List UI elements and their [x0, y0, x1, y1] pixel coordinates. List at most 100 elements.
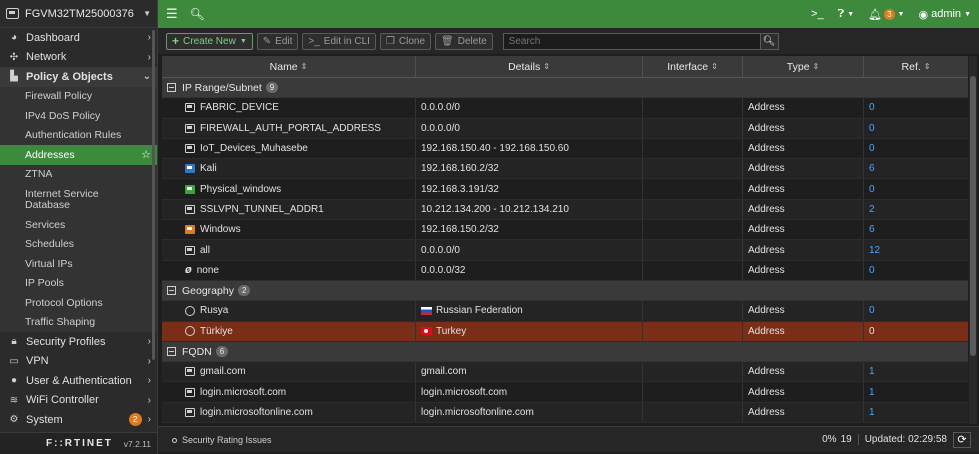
table-row[interactable]: Türkiye Turkey Address 0	[162, 321, 968, 342]
clone-button[interactable]: ❐ Clone	[379, 32, 432, 50]
cell-name: Türkiye	[162, 321, 416, 341]
table-row[interactable]: Kali 192.168.160.2/32 Address 6	[162, 159, 968, 180]
chevron-down-icon: ▼	[964, 10, 971, 18]
group-count-badge: 2	[237, 285, 251, 297]
sidebar-sub-firewall-policy[interactable]: Firewall Policy	[0, 86, 157, 106]
type-text: Address	[748, 325, 785, 337]
details-text: 0.0.0.0/32	[421, 264, 466, 276]
cell-ref[interactable]: 6	[864, 159, 968, 178]
cell-ref[interactable]: 0	[864, 322, 968, 341]
table-row[interactable]: login.microsoft.com login.microsoft.com Ad…	[162, 382, 968, 403]
edit-in-cli-button[interactable]: >_ Edit in CLI	[302, 32, 376, 50]
column-header-type[interactable]: Type ⇕	[743, 56, 864, 77]
cell-name: Rusya	[162, 301, 416, 321]
cell-interface	[643, 138, 743, 159]
column-header-details[interactable]: Details ⇕	[416, 56, 643, 77]
sidebar-sub-traffic-shaping[interactable]: Traffic Shaping	[0, 312, 157, 332]
sidebar-sub-ipv4-dos-policy[interactable]: IPv4 DoS Policy	[0, 106, 157, 126]
sidebar-item-user-authentication[interactable]: ● User & Authentication ›	[0, 371, 157, 391]
top-bar: ☰ 🔍︎ >_ ❓︎ ▼ 🔔︎ 3 ▼ ◉ admin ▼	[158, 0, 979, 28]
table-row[interactable]: login.microsoftonline.com login.microsoft…	[162, 402, 968, 424]
cell-ref[interactable]: 6	[864, 220, 968, 239]
sidebar-sub-ip-pools[interactable]: IP Pools	[0, 273, 157, 293]
group-header[interactable]: FQDN 6	[162, 341, 968, 363]
table-row[interactable]: Physical_windows 192.168.3.191/32 Address 0	[162, 179, 968, 200]
table-row[interactable]: Windows 192.168.150.2/32 Address 6	[162, 220, 968, 241]
cell-ref[interactable]: 1	[864, 382, 968, 401]
sidebar-item-wifi-controller[interactable]: ≋ WiFi Controller ›	[0, 391, 157, 411]
table-row[interactable]: FABRIC_DEVICE 0.0.0.0/0 Address 0	[162, 98, 968, 119]
help-button[interactable]: ❓︎ ▼	[838, 8, 855, 21]
create-new-button[interactable]: + Create New ▼	[166, 32, 253, 50]
cell-ref[interactable]: 0	[864, 119, 968, 138]
cell-type: Address	[743, 362, 864, 382]
table-row[interactable]: ø none 0.0.0.0/32 Address 0	[162, 260, 968, 281]
device-selector[interactable]: FGVM32TM25000376 ▼	[0, 0, 157, 28]
cell-ref[interactable]: 0	[864, 301, 968, 320]
cli-console-button[interactable]: >_	[811, 8, 824, 20]
sidebar-sub-services[interactable]: Services	[0, 215, 157, 235]
ref-text: 0	[869, 143, 875, 155]
table-scrollbar[interactable]	[969, 56, 977, 424]
cell-ref[interactable]: 0	[864, 98, 968, 117]
refresh-icon: ⟳	[957, 434, 967, 446]
cell-interface	[643, 118, 743, 138]
search-button[interactable]: 🔍︎	[760, 32, 779, 50]
edit-button[interactable]: ✎ Edit	[256, 32, 299, 50]
user-menu[interactable]: ◉ admin ▼	[918, 8, 971, 21]
scrollbar-thumb[interactable]	[970, 76, 976, 356]
sidebar-sub-protocol-options[interactable]: Protocol Options	[0, 293, 157, 313]
delete-button[interactable]: 🗑︎ Delete	[435, 32, 493, 50]
refresh-button[interactable]: ⟳	[953, 431, 971, 448]
sidebar-scrollbar[interactable]	[152, 30, 155, 360]
column-header-interface[interactable]: Interface ⇕	[643, 56, 743, 77]
sidebar-sub-addresses[interactable]: Addresses ☆	[0, 145, 157, 165]
sidebar-sub-authentication-rules[interactable]: Authentication Rules	[0, 125, 157, 145]
sidebar-item-policy-objects[interactable]: ▙ Policy & Objects ⌄	[0, 67, 157, 87]
cell-interface	[643, 240, 743, 260]
sidebar-item-dashboard[interactable]: ◕ Dashboard ›	[0, 28, 157, 48]
star-icon[interactable]: ☆	[141, 148, 151, 161]
policy-icon: ▙	[10, 71, 18, 83]
lock-icon: 🔒︎	[11, 336, 17, 348]
gear-icon: ⚙	[9, 414, 19, 426]
cell-ref[interactable]: 0	[864, 139, 968, 158]
cell-ref[interactable]: 1	[864, 362, 968, 381]
sidebar-sub-ztna[interactable]: ZTNA	[0, 164, 157, 184]
notifications-button[interactable]: 🔔︎ 3 ▼	[868, 8, 904, 21]
table-row[interactable]: all 0.0.0.0/0 Address 12	[162, 240, 968, 261]
collapse-icon[interactable]	[167, 347, 176, 356]
hamburger-icon[interactable]: ☰	[166, 6, 178, 22]
chevron-down-icon: ▼	[847, 10, 855, 18]
sidebar-sub-internet-service-database[interactable]: Internet Service Database	[0, 184, 157, 215]
cell-ref[interactable]: 2	[864, 200, 968, 219]
cell-ref[interactable]: 0	[864, 179, 968, 198]
table-row[interactable]: FIREWALL_AUTH_PORTAL_ADDRESS 0.0.0.0/0 Add…	[162, 118, 968, 139]
search-input[interactable]	[502, 32, 761, 50]
collapse-icon[interactable]	[167, 83, 176, 93]
cell-ref[interactable]: 0	[864, 261, 968, 280]
sidebar-sub-schedules[interactable]: Schedules	[0, 234, 157, 254]
column-header-ref[interactable]: Ref. ⇕	[864, 56, 968, 77]
chevron-right-icon: ›	[147, 394, 151, 406]
sidebar-item-network[interactable]: ✣ Network ›	[0, 48, 157, 68]
cell-type: Address	[743, 301, 864, 321]
table-row[interactable]: IoT_Devices_Muhasebe 192.168.150.40 - 192…	[162, 138, 968, 160]
table-row[interactable]: SSLVPN_TUNNEL_ADDR1 10.212.134.200 - 10.2…	[162, 199, 968, 221]
ref-text: 1	[869, 366, 875, 378]
sidebar-sub-virtual-ips[interactable]: Virtual IPs	[0, 254, 157, 274]
sidebar-item-security-profiles[interactable]: 🔒︎ Security Profiles ›	[0, 332, 157, 352]
sidebar-item-vpn[interactable]: ▭ VPN ›	[0, 352, 157, 372]
cell-interface	[643, 159, 743, 179]
security-rating-issues[interactable]: Security Rating Issues	[172, 435, 822, 445]
group-header[interactable]: IP Range/Subnet 9	[162, 78, 968, 99]
collapse-icon[interactable]	[167, 286, 176, 296]
sidebar-item-system[interactable]: ⚙ System 2 ›	[0, 410, 157, 430]
search-icon[interactable]: 🔍︎	[190, 7, 205, 21]
cell-ref[interactable]: 12	[864, 240, 968, 259]
cell-ref[interactable]: 1	[864, 403, 968, 422]
group-header[interactable]: Geography 2	[162, 280, 968, 302]
table-row[interactable]: gmail.com gmail.com Address 1	[162, 362, 968, 383]
column-header-name[interactable]: Name ⇕	[162, 56, 416, 77]
table-row[interactable]: Rusya Russian Federation Address 0	[162, 301, 968, 322]
